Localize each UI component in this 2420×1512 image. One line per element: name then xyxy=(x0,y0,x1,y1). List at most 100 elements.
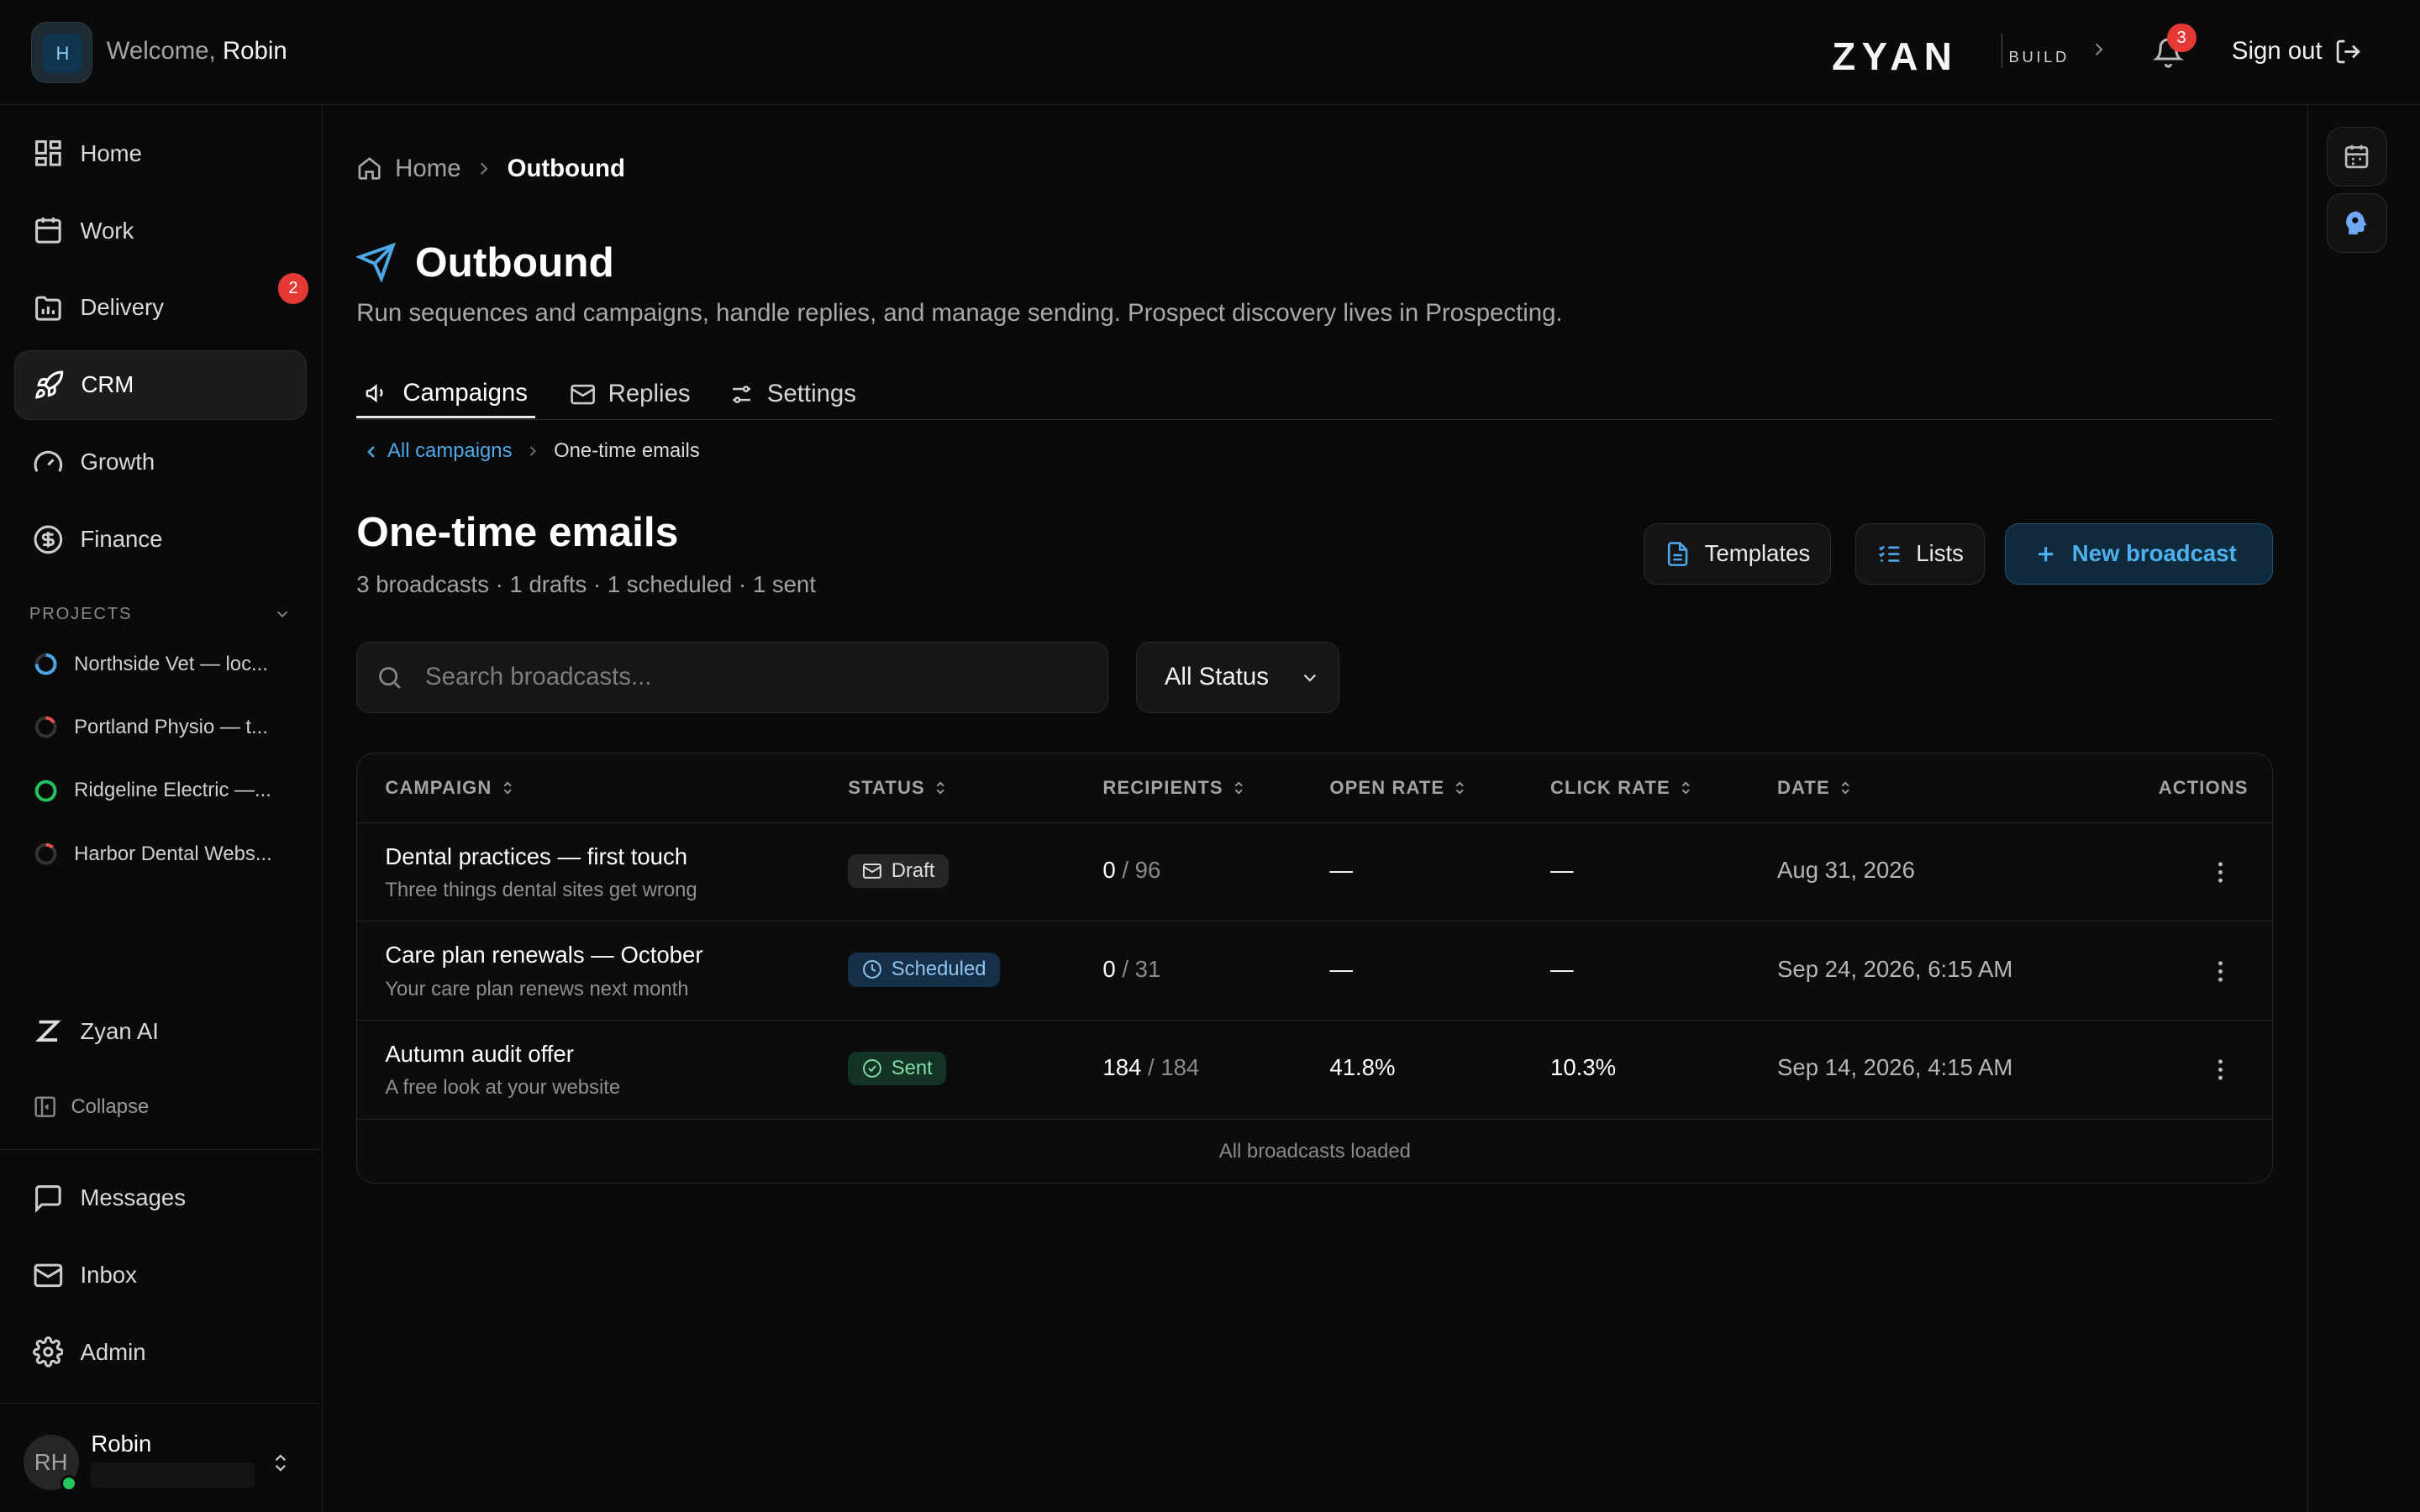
search-input[interactable] xyxy=(422,661,1071,694)
sidebar-item-admin[interactable]: Admin xyxy=(14,1318,308,1388)
status-filter-select[interactable]: All Status xyxy=(1135,642,1340,713)
search-icon xyxy=(376,664,403,691)
tab-campaigns[interactable]: Campaigns xyxy=(356,370,536,418)
project-item[interactable]: Harbor Dental Webs... xyxy=(33,841,295,867)
chevron-left-icon xyxy=(361,442,381,462)
ai-assistant-rail-button[interactable] xyxy=(2326,192,2387,254)
sidebar-item-label: Inbox xyxy=(80,1262,137,1288)
calendar-rail-button[interactable] xyxy=(2326,126,2387,187)
campaign-name[interactable]: Care plan renewals — October xyxy=(385,942,702,969)
column-header-click-rate[interactable]: CLICK RATE xyxy=(1550,777,1693,799)
top-bar: H Welcome, Robin ZYAN BUILD 3 Sign out xyxy=(0,0,2420,105)
more-vertical-icon[interactable] xyxy=(2207,958,2234,985)
campaign-subject: A free look at your website xyxy=(385,1076,621,1100)
sidebar-item-label: Zyan AI xyxy=(80,1017,159,1044)
sidebar-item-crm[interactable]: CRM xyxy=(13,349,308,420)
broadcast-date: Aug 31, 2026 xyxy=(1777,857,1915,884)
user-menu[interactable]: RH Robin xyxy=(23,1429,302,1497)
broadcast-date: Sep 14, 2026, 4:15 AM xyxy=(1777,1054,2013,1081)
column-header-status[interactable]: STATUS xyxy=(848,777,948,799)
sidebar-item-home[interactable]: Home xyxy=(14,118,308,188)
sort-icon xyxy=(1838,779,1853,797)
clock-icon xyxy=(862,959,882,979)
sidebar-item-delivery[interactable]: Delivery xyxy=(14,273,308,343)
notification-badge: 3 xyxy=(2166,23,2196,53)
breadcrumb: Home Outbound xyxy=(356,155,625,183)
broadcasts-table: CAMPAIGN STATUS RECIPIENTS OPEN RATE CLI… xyxy=(356,753,2274,1184)
tab-label: Campaigns xyxy=(402,378,528,407)
home-icon[interactable] xyxy=(356,155,382,181)
sign-out-label: Sign out xyxy=(2231,37,2323,66)
table-row[interactable]: Autumn audit offer A free look at your w… xyxy=(357,1021,2273,1120)
all-campaigns-link[interactable]: All campaigns xyxy=(361,439,513,463)
chevron-right-icon[interactable] xyxy=(2088,39,2110,60)
project-label: Portland Physio — t... xyxy=(74,715,268,738)
sidebar-item-label: Growth xyxy=(80,449,155,475)
online-status-dot xyxy=(60,1474,77,1493)
new-broadcast-button[interactable]: New broadcast xyxy=(2004,522,2274,585)
sidebar-collapse-icon xyxy=(33,1095,57,1119)
chevron-down-icon xyxy=(273,605,292,623)
project-item[interactable]: Ridgeline Electric —... xyxy=(33,778,295,804)
all-campaigns-label: All campaigns xyxy=(387,439,513,463)
tab-settings[interactable]: Settings xyxy=(729,370,856,418)
column-label: RECIPIENTS xyxy=(1102,776,1223,798)
campaign-name[interactable]: Dental practices — first touch xyxy=(385,843,687,870)
sidebar-item-label: Home xyxy=(80,139,142,166)
status-label: Scheduled xyxy=(891,958,986,981)
table-row[interactable]: Dental practices — first touch Three thi… xyxy=(357,823,2273,922)
sidebar: Home Work Delivery 2 CRM Growth Finance … xyxy=(0,104,323,1512)
progress-ring-icon xyxy=(34,843,57,865)
tab-replies[interactable]: Replies xyxy=(570,370,691,418)
user-name: Robin xyxy=(91,1430,152,1457)
zyan-logo[interactable]: ZYAN xyxy=(1832,34,1958,79)
sidebar-item-label: Messages xyxy=(80,1184,187,1211)
column-header-actions: ACTIONS xyxy=(2159,777,2249,799)
dollar-circle-icon xyxy=(33,524,64,555)
sort-icon xyxy=(1231,779,1246,797)
page-header: Outbound xyxy=(356,238,614,286)
column-header-campaign[interactable]: CAMPAIGN xyxy=(385,777,515,799)
open-rate: 41.8% xyxy=(1329,1054,1396,1081)
sidebar-item-zyan-ai[interactable]: Zyan AI xyxy=(14,997,308,1067)
right-rail xyxy=(2307,104,2420,1512)
templates-button[interactable]: Templates xyxy=(1644,522,1832,585)
chevrons-up-down-icon xyxy=(270,1449,292,1477)
folder-chart-icon xyxy=(33,292,64,323)
welcome-name: Robin xyxy=(222,37,287,66)
sidebar-item-growth[interactable]: Growth xyxy=(14,428,308,497)
collapse-label: Collapse xyxy=(71,1095,150,1118)
lists-button[interactable]: Lists xyxy=(1854,522,1985,585)
project-item[interactable]: Portland Physio — t... xyxy=(33,714,295,740)
chevron-right-icon xyxy=(473,158,495,180)
recipients-total: / 31 xyxy=(1122,955,1161,982)
gauge-icon xyxy=(33,447,64,478)
column-header-open-rate[interactable]: OPEN RATE xyxy=(1329,777,1467,799)
sort-icon xyxy=(1452,779,1467,797)
search-field[interactable] xyxy=(356,642,1108,713)
progress-ring-icon xyxy=(34,717,57,738)
sidebar-item-finance[interactable]: Finance xyxy=(14,505,308,575)
sidebar-item-work[interactable]: Work xyxy=(14,196,308,265)
project-item[interactable]: Northside Vet — loc... xyxy=(33,651,295,677)
sidebar-item-messages[interactable]: Messages xyxy=(14,1163,308,1233)
projects-heading[interactable]: PROJECTS xyxy=(29,605,292,624)
collapse-button[interactable]: Collapse xyxy=(14,1073,308,1142)
sort-icon xyxy=(1678,779,1693,797)
workspace-avatar[interactable]: H xyxy=(30,21,93,84)
more-vertical-icon[interactable] xyxy=(2207,858,2234,886)
project-label: Harbor Dental Webs... xyxy=(74,842,272,865)
sign-out-button[interactable]: Sign out xyxy=(2232,37,2363,66)
more-vertical-icon[interactable] xyxy=(2207,1056,2234,1084)
campaign-name[interactable]: Autumn audit offer xyxy=(385,1041,574,1068)
column-label: ACTIONS xyxy=(2158,776,2249,798)
breadcrumb-home[interactable]: Home xyxy=(395,155,460,183)
sub-breadcrumb: All campaigns One-time emails xyxy=(361,439,700,463)
sidebar-item-inbox[interactable]: Inbox xyxy=(14,1241,308,1310)
table-footer-status: All broadcasts loaded xyxy=(1218,1140,1411,1163)
table-row[interactable]: Care plan renewals — October Your care p… xyxy=(357,921,2273,1021)
column-header-date[interactable]: DATE xyxy=(1777,777,1853,799)
tab-label: Settings xyxy=(766,380,856,408)
status-filter-value: All Status xyxy=(1164,663,1269,691)
column-header-recipients[interactable]: RECIPIENTS xyxy=(1102,777,1246,799)
